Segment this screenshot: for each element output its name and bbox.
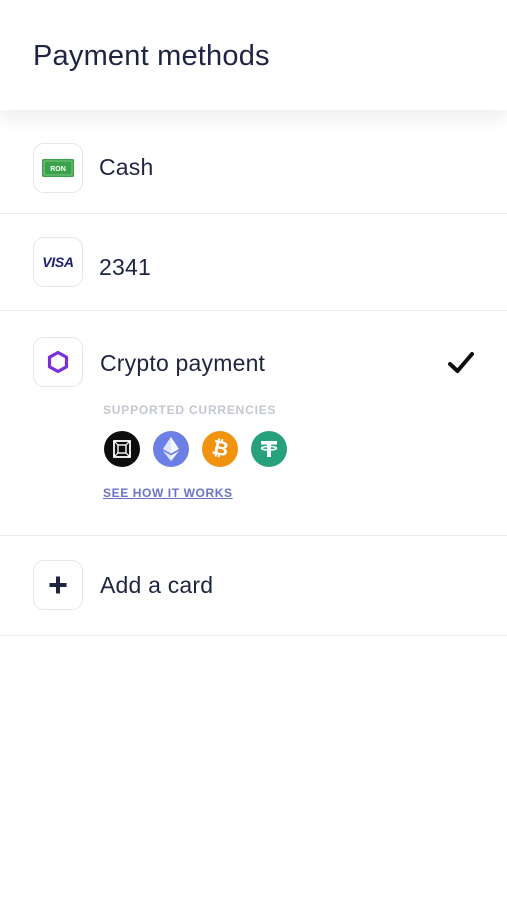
supported-currencies-label: SUPPORTED CURRENCIES: [103, 403, 277, 417]
see-how-it-works-link[interactable]: SEE HOW IT WORKS: [103, 486, 233, 500]
tether-icon: [251, 431, 287, 467]
bitcoin-icon: ₿: [202, 431, 238, 467]
crypto-hexagon-icon: [47, 350, 69, 374]
ethereum-icon: [153, 431, 189, 467]
visa-card-icon: VISA: [42, 254, 74, 270]
visa-icon-box: VISA: [33, 237, 83, 287]
cash-badge-text: RON: [50, 166, 66, 173]
add-card-icon-box: [33, 560, 83, 610]
cash-banknote-icon: RON: [42, 159, 74, 177]
add-card-label: Add a card: [100, 572, 214, 598]
bitcoin-cash-like-square-icon: [104, 431, 140, 467]
crypto-label: Crypto payment: [100, 350, 266, 376]
page-header: Payment methods: [0, 0, 507, 110]
payment-method-cash[interactable]: RON Cash: [0, 110, 507, 214]
page-title: Payment methods: [33, 40, 270, 72]
payment-method-visa[interactable]: VISA 2341: [0, 214, 507, 311]
selected-check-icon: [448, 352, 474, 373]
crypto-icon-box: [33, 337, 83, 387]
currency-icons: ₿: [104, 431, 287, 467]
cash-icon-box: RON: [33, 143, 83, 193]
payment-methods-list: RON Cash VISA 2341 Crypto payment SUPPOR…: [0, 110, 507, 636]
visa-card-last-digits: 2341: [99, 254, 151, 280]
plus-icon: [49, 576, 67, 594]
add-card-row[interactable]: Add a card: [0, 536, 507, 636]
payment-method-crypto[interactable]: Crypto payment SUPPORTED CURRENCIES ₿ SE…: [0, 311, 507, 536]
cash-label: Cash: [99, 154, 154, 180]
